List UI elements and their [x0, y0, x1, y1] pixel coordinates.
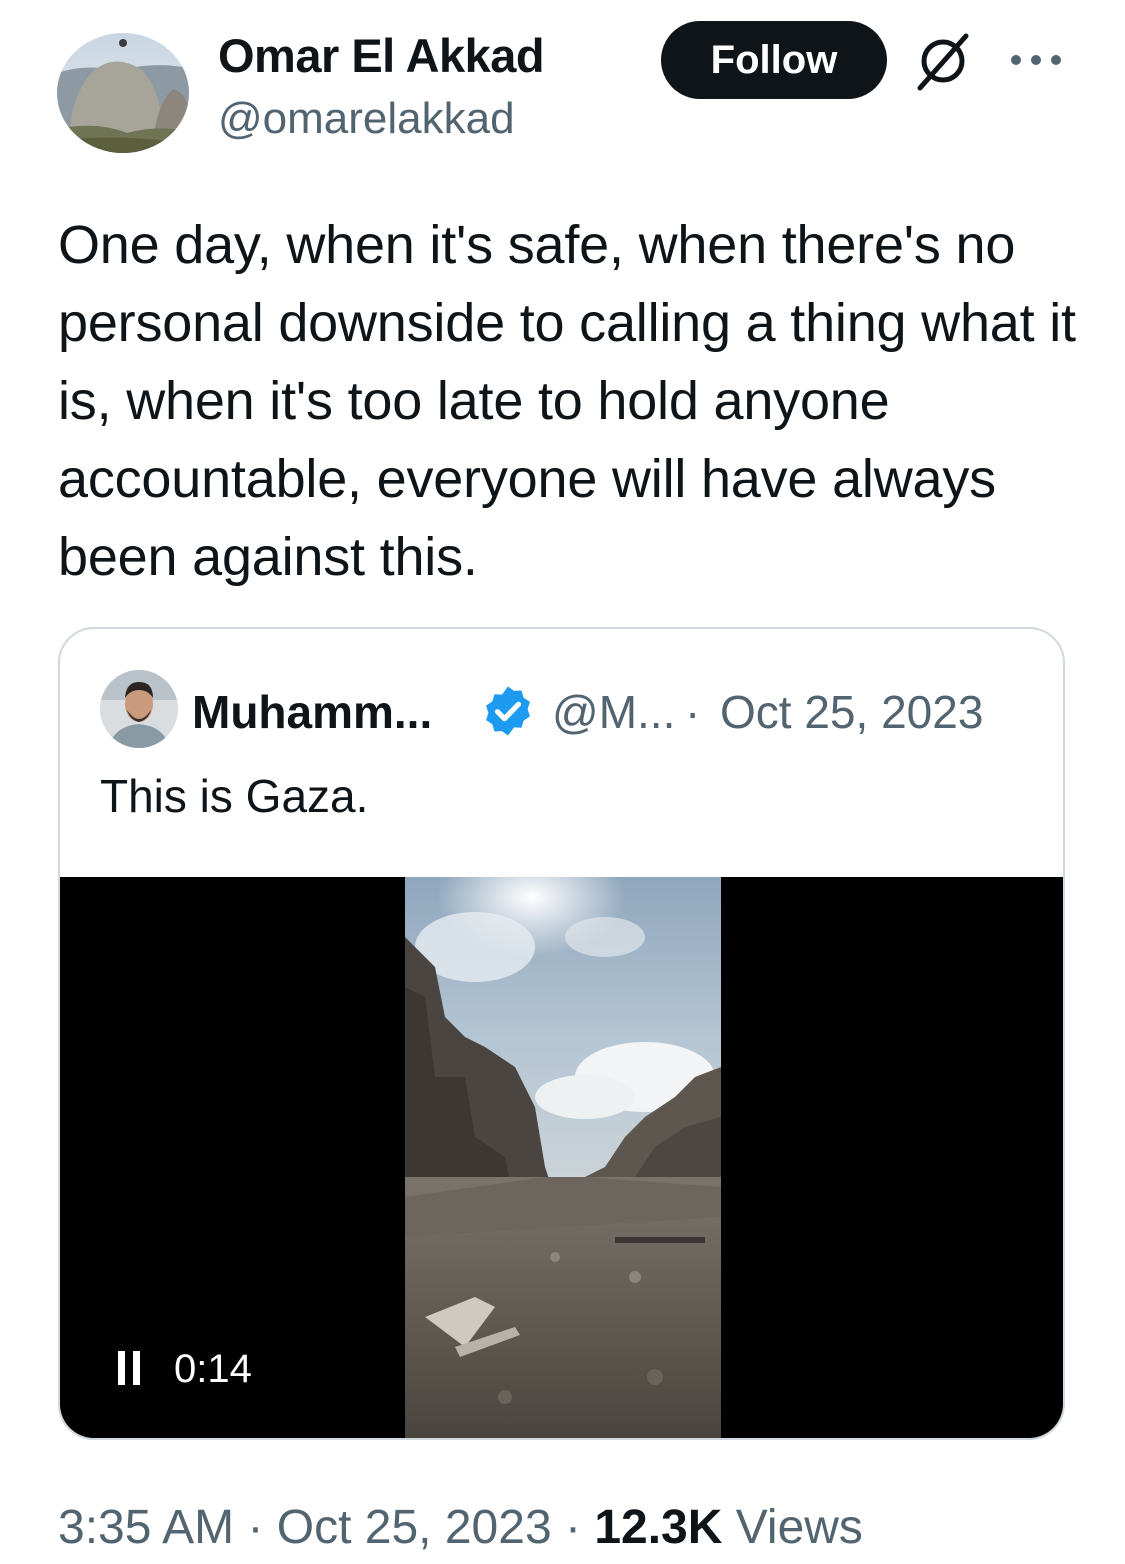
pause-icon[interactable] [118, 1351, 142, 1385]
separator-dot: · [564, 1501, 581, 1554]
tweet-text: One day, when it's safe, when there's no… [58, 215, 1076, 587]
video-frame[interactable] [405, 877, 721, 1438]
more-icon[interactable] [1008, 48, 1064, 72]
author-handle[interactable]: @omarelakkad [218, 94, 515, 144]
grok-icon[interactable] [912, 30, 974, 92]
quoted-author-name[interactable]: Muhamm... [192, 685, 432, 739]
quoted-tweet-text: This is Gaza. [100, 770, 369, 822]
quoted-author-avatar[interactable] [100, 670, 178, 748]
tweet-time[interactable]: 3:35 AM [58, 1501, 234, 1554]
views-count[interactable]: 12.3K [594, 1501, 722, 1554]
quoted-tweet[interactable]: Muhamm... @M... · Oct 25, 2023 This is G… [58, 627, 1065, 1440]
separator-dot: · [685, 686, 701, 738]
views-label: Views [735, 1501, 863, 1554]
author-avatar[interactable] [57, 33, 189, 153]
quoted-tweet-date[interactable]: Oct 25, 2023 [720, 685, 983, 739]
tweet-meta: 3:35 AM · Oct 25, 2023 · 12.3K Views [58, 1500, 863, 1555]
quoted-author-handle[interactable]: @M... [552, 685, 675, 739]
video-timecode: 0:14 [174, 1347, 252, 1391]
author-name[interactable]: Omar El Akkad [218, 28, 545, 83]
separator-dot: · [247, 1501, 264, 1554]
verified-badge-icon [480, 683, 536, 739]
video-player[interactable]: 0:14 [60, 877, 1063, 1438]
follow-button[interactable]: Follow [661, 21, 887, 99]
tweet-date[interactable]: Oct 25, 2023 [277, 1501, 552, 1554]
